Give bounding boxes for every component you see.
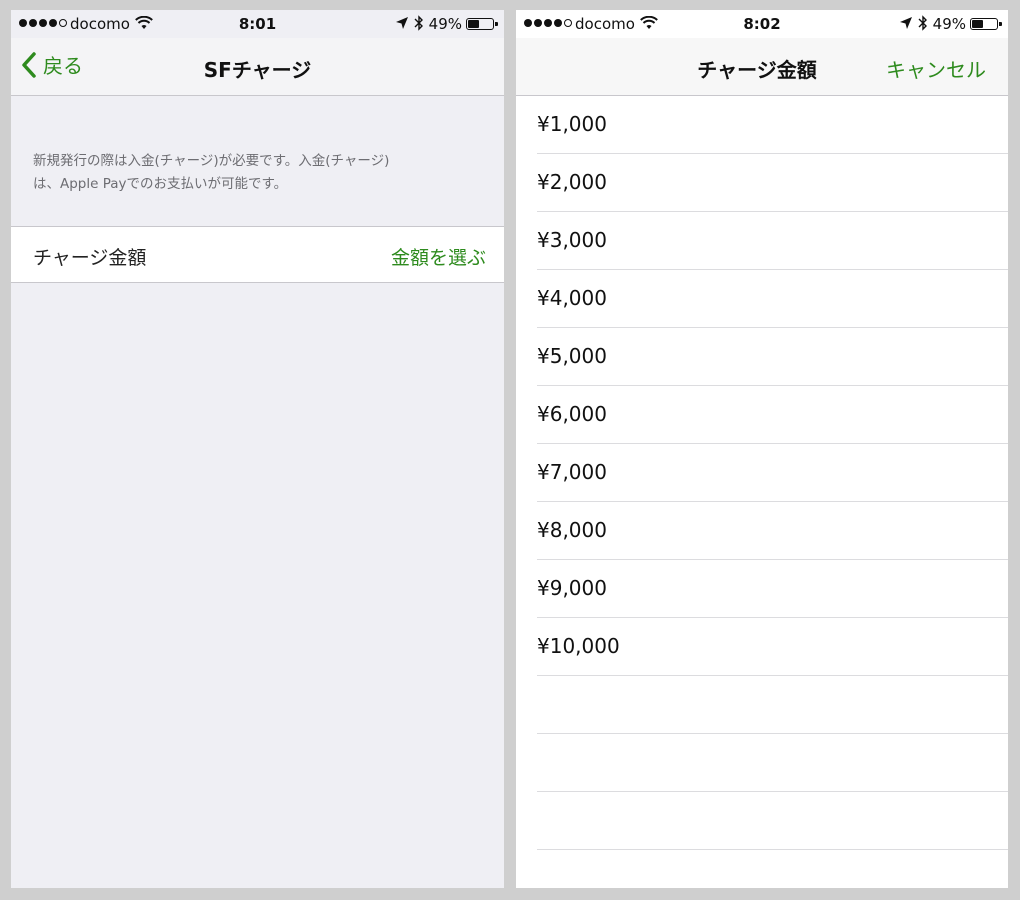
bluetooth-icon: [414, 15, 423, 31]
amount-item-8000[interactable]: ¥8,000: [537, 502, 1008, 560]
location-arrow-icon: [396, 17, 408, 29]
empty-row: [537, 792, 1008, 850]
amount-list: ¥1,000 ¥2,000 ¥3,000 ¥4,000 ¥5,000 ¥6,00…: [516, 96, 1008, 850]
amount-item-3000[interactable]: ¥3,000: [537, 212, 1008, 270]
navigation-bar: 戻る SFチャージ: [11, 38, 504, 96]
location-arrow-icon: [900, 17, 912, 29]
amount-item-6000[interactable]: ¥6,000: [537, 386, 1008, 444]
amount-item-2000[interactable]: ¥2,000: [537, 154, 1008, 212]
amount-item-5000[interactable]: ¥5,000: [537, 328, 1008, 386]
charge-amount-label: チャージ金額: [33, 247, 147, 269]
battery-icon: [466, 18, 498, 30]
amount-item-9000[interactable]: ¥9,000: [537, 560, 1008, 618]
page-title: SFチャージ: [203, 58, 312, 82]
charge-note: 新規発行の際は入金(チャージ)が必要です。入金(チャージ) は、Apple Pa…: [33, 150, 474, 196]
navigation-bar: チャージ金額 キャンセル: [516, 38, 1008, 96]
empty-row: [537, 734, 1008, 792]
battery-icon: [970, 18, 1002, 30]
cancel-button[interactable]: キャンセル: [886, 54, 986, 83]
status-bar: docomo 8:01 49%: [11, 10, 504, 38]
sf-charge-screen: docomo 8:01 49% 戻る SFチャージ 新規発行の際は入金(チャージ…: [11, 10, 504, 888]
amount-item-7000[interactable]: ¥7,000: [537, 444, 1008, 502]
note-line: 新規発行の際は入金(チャージ)が必要です。入金(チャージ): [33, 153, 390, 169]
amount-item-10000[interactable]: ¥10,000: [537, 618, 1008, 676]
empty-row: [537, 676, 1008, 734]
select-amount-link[interactable]: 金額を選ぶ: [391, 243, 486, 270]
charge-amount-row[interactable]: チャージ金額 金額を選ぶ: [11, 226, 504, 283]
amount-item-1000[interactable]: ¥1,000: [537, 96, 1008, 154]
note-line: は、Apple Payでのお支払いが可能です。: [33, 176, 288, 192]
status-bar: docomo 8:02 49%: [516, 10, 1008, 38]
bluetooth-icon: [918, 15, 927, 31]
amount-item-4000[interactable]: ¥4,000: [537, 270, 1008, 328]
charge-amount-picker-screen: docomo 8:02 49% チャージ金額 キャンセル ¥1,000 ¥2,0…: [516, 10, 1008, 888]
battery-percent: 49%: [428, 15, 462, 33]
battery-percent: 49%: [932, 15, 966, 33]
